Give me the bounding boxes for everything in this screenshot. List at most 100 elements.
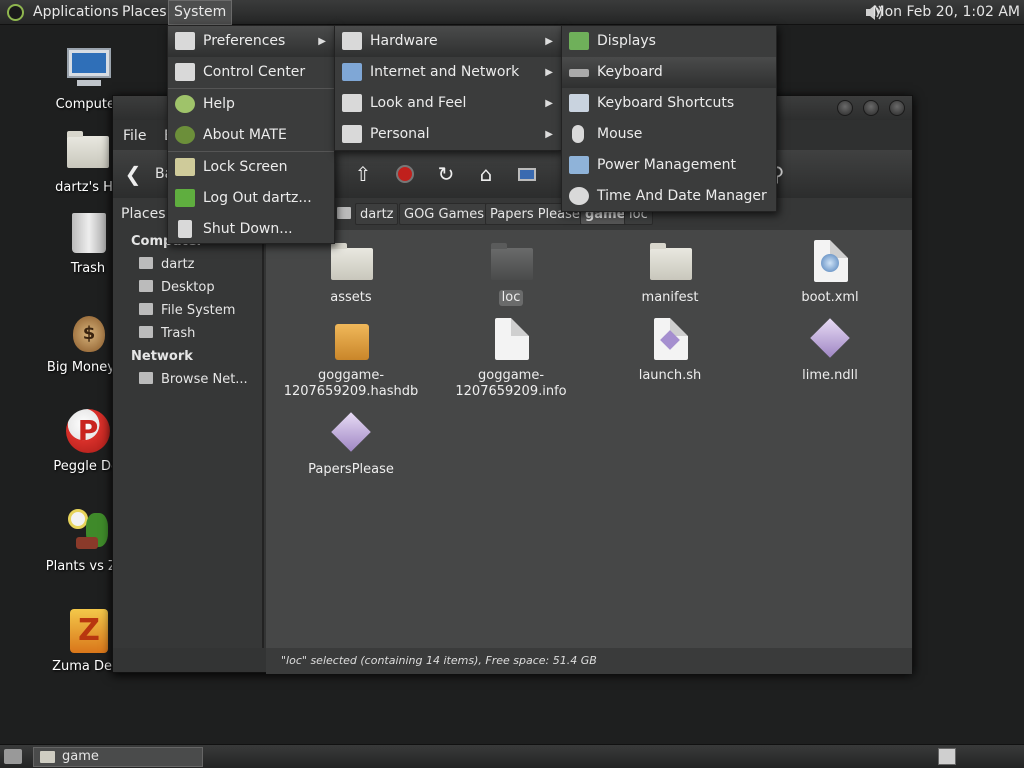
personal-icon — [342, 125, 362, 143]
menu-item-control-center[interactable]: Control Center — [168, 57, 334, 88]
chevron-right-icon: ▶ — [545, 129, 553, 140]
sidebar-heading-network: Network — [131, 349, 193, 364]
top-panel: Applications Places System Mon Feb 20, 1… — [0, 0, 1024, 25]
file-name: goggame-1207659209.info — [455, 368, 567, 399]
show-desktop-icon[interactable] — [4, 749, 22, 764]
mate-logo-icon[interactable] — [7, 4, 24, 21]
home-icon[interactable]: ⌂ — [474, 162, 498, 186]
taskbar-item-game[interactable]: game — [33, 747, 203, 767]
menu-item-time-date[interactable]: Time And Date Manager — [562, 181, 776, 212]
workspace-switcher[interactable] — [938, 748, 956, 765]
file-name: goggame-1207659209.hashdb — [283, 368, 419, 399]
home-folder-icon — [139, 257, 153, 269]
up-arrow-icon[interactable]: ⇧ — [351, 162, 375, 186]
places-dropdown[interactable]: Places — [121, 206, 166, 222]
menu-item-label: Look and Feel — [370, 95, 467, 111]
sidebar-item-browse-network[interactable]: Browse Net... — [139, 370, 248, 390]
menu-item-displays[interactable]: Displays — [562, 26, 776, 57]
file-view: assets loc manifest boot.xml goggame-120… — [266, 230, 912, 648]
xml-file-icon — [808, 240, 852, 284]
home-folder-icon — [64, 128, 112, 176]
file-item[interactable]: assets — [276, 240, 426, 306]
file-name: PapersPlease — [308, 462, 394, 477]
file-name: manifest — [641, 290, 699, 305]
breadcrumb-dartz[interactable]: dartz — [355, 203, 399, 225]
file-name: lime.ndll — [802, 368, 858, 383]
places-menu[interactable]: Places — [117, 0, 172, 25]
menu-item-lock-screen[interactable]: Lock Screen — [168, 152, 334, 183]
status-bar: "loc" selected (containing 14 items), Fr… — [266, 648, 912, 674]
file-name: boot.xml — [801, 290, 859, 305]
menu-item-shut-down[interactable]: Shut Down... — [168, 214, 334, 245]
sidebar-item-dartz[interactable]: dartz — [139, 255, 194, 275]
folder-icon — [489, 240, 533, 284]
file-item[interactable]: launch.sh — [595, 318, 745, 384]
menu-item-label: Shut Down... — [203, 221, 293, 237]
close-button[interactable] — [889, 100, 905, 116]
file-item[interactable]: lime.ndll — [755, 318, 905, 384]
menu-item-mouse[interactable]: Mouse — [562, 119, 776, 150]
menu-item-hardware[interactable]: Hardware ▶ — [335, 26, 561, 57]
bottom-panel: game — [0, 744, 1024, 768]
money-bag-icon: $ — [64, 308, 112, 356]
applications-menu[interactable]: Applications — [28, 0, 124, 25]
sidebar: Computer dartz Desktop File System Trash… — [113, 230, 264, 648]
drive-icon — [139, 303, 153, 315]
lock-icon — [175, 158, 195, 176]
menu-item-power-management[interactable]: Power Management — [562, 150, 776, 181]
power-icon — [569, 156, 589, 174]
reload-icon[interactable]: ↻ — [434, 162, 458, 186]
minimize-button[interactable] — [837, 100, 853, 116]
library-file-icon — [808, 318, 852, 362]
menu-item-personal[interactable]: Personal ▶ — [335, 119, 561, 150]
sidebar-item-trash[interactable]: Trash — [139, 324, 195, 344]
menu-item-label: Log Out dartz... — [203, 190, 312, 206]
system-dropdown-menu: Preferences ▶ Control Center Help About … — [167, 25, 335, 244]
logout-icon — [175, 189, 195, 207]
file-item[interactable]: manifest — [595, 240, 745, 306]
menu-item-label: Time And Date Manager — [597, 188, 767, 204]
file-name: assets — [330, 290, 372, 305]
trash-icon — [64, 209, 112, 257]
mouse-icon — [572, 125, 584, 143]
sidebar-item-label: Desktop — [161, 280, 215, 295]
menu-item-label: Preferences — [203, 33, 286, 49]
file-name: loc — [498, 290, 524, 306]
menu-item-keyboard-shortcuts[interactable]: Keyboard Shortcuts — [562, 88, 776, 119]
chevron-right-icon: ▶ — [545, 98, 553, 109]
executable-file-icon — [329, 412, 373, 456]
file-item[interactable]: goggame-1207659209.hashdb — [276, 318, 426, 400]
peggle-icon: P — [64, 407, 112, 455]
maximize-button[interactable] — [863, 100, 879, 116]
file-item[interactable]: loc — [436, 240, 586, 306]
stop-icon[interactable] — [393, 162, 417, 186]
menu-item-internet-network[interactable]: Internet and Network ▶ — [335, 57, 561, 88]
file-item[interactable]: PapersPlease — [276, 412, 426, 478]
menu-item-about-mate[interactable]: About MATE — [168, 120, 334, 151]
menu-item-label: Help — [203, 96, 235, 112]
sidebar-item-file-system[interactable]: File System — [139, 301, 235, 321]
menu-item-help[interactable]: Help — [168, 89, 334, 120]
desktop-folder-icon — [139, 280, 153, 292]
computer-icon[interactable] — [515, 162, 539, 186]
menu-item-log-out[interactable]: Log Out dartz... — [168, 183, 334, 214]
clock[interactable]: Mon Feb 20, 1:02 AM — [873, 0, 1020, 25]
menu-item-preferences[interactable]: Preferences ▶ — [168, 26, 334, 57]
home-crumb-icon[interactable] — [337, 207, 351, 219]
file-item[interactable]: goggame-1207659209.info — [436, 318, 586, 400]
menu-item-keyboard[interactable]: Keyboard — [562, 57, 776, 88]
taskbar-item-label: game — [62, 749, 99, 764]
chevron-right-icon: ▶ — [318, 36, 326, 47]
breadcrumb-gog-games[interactable]: GOG Games — [399, 203, 489, 225]
back-arrow-icon[interactable]: ❮ — [121, 162, 145, 186]
plants-icon — [64, 507, 112, 555]
about-icon — [175, 126, 195, 144]
sidebar-item-label: Browse Net... — [161, 372, 248, 387]
menu-item-look-feel[interactable]: Look and Feel ▶ — [335, 88, 561, 119]
computer-icon — [64, 45, 112, 93]
menu-file[interactable]: File — [123, 128, 146, 144]
file-item[interactable]: boot.xml — [755, 240, 905, 306]
sidebar-item-desktop[interactable]: Desktop — [139, 278, 215, 298]
display-icon — [569, 32, 589, 50]
system-menu[interactable]: System — [168, 0, 233, 25]
